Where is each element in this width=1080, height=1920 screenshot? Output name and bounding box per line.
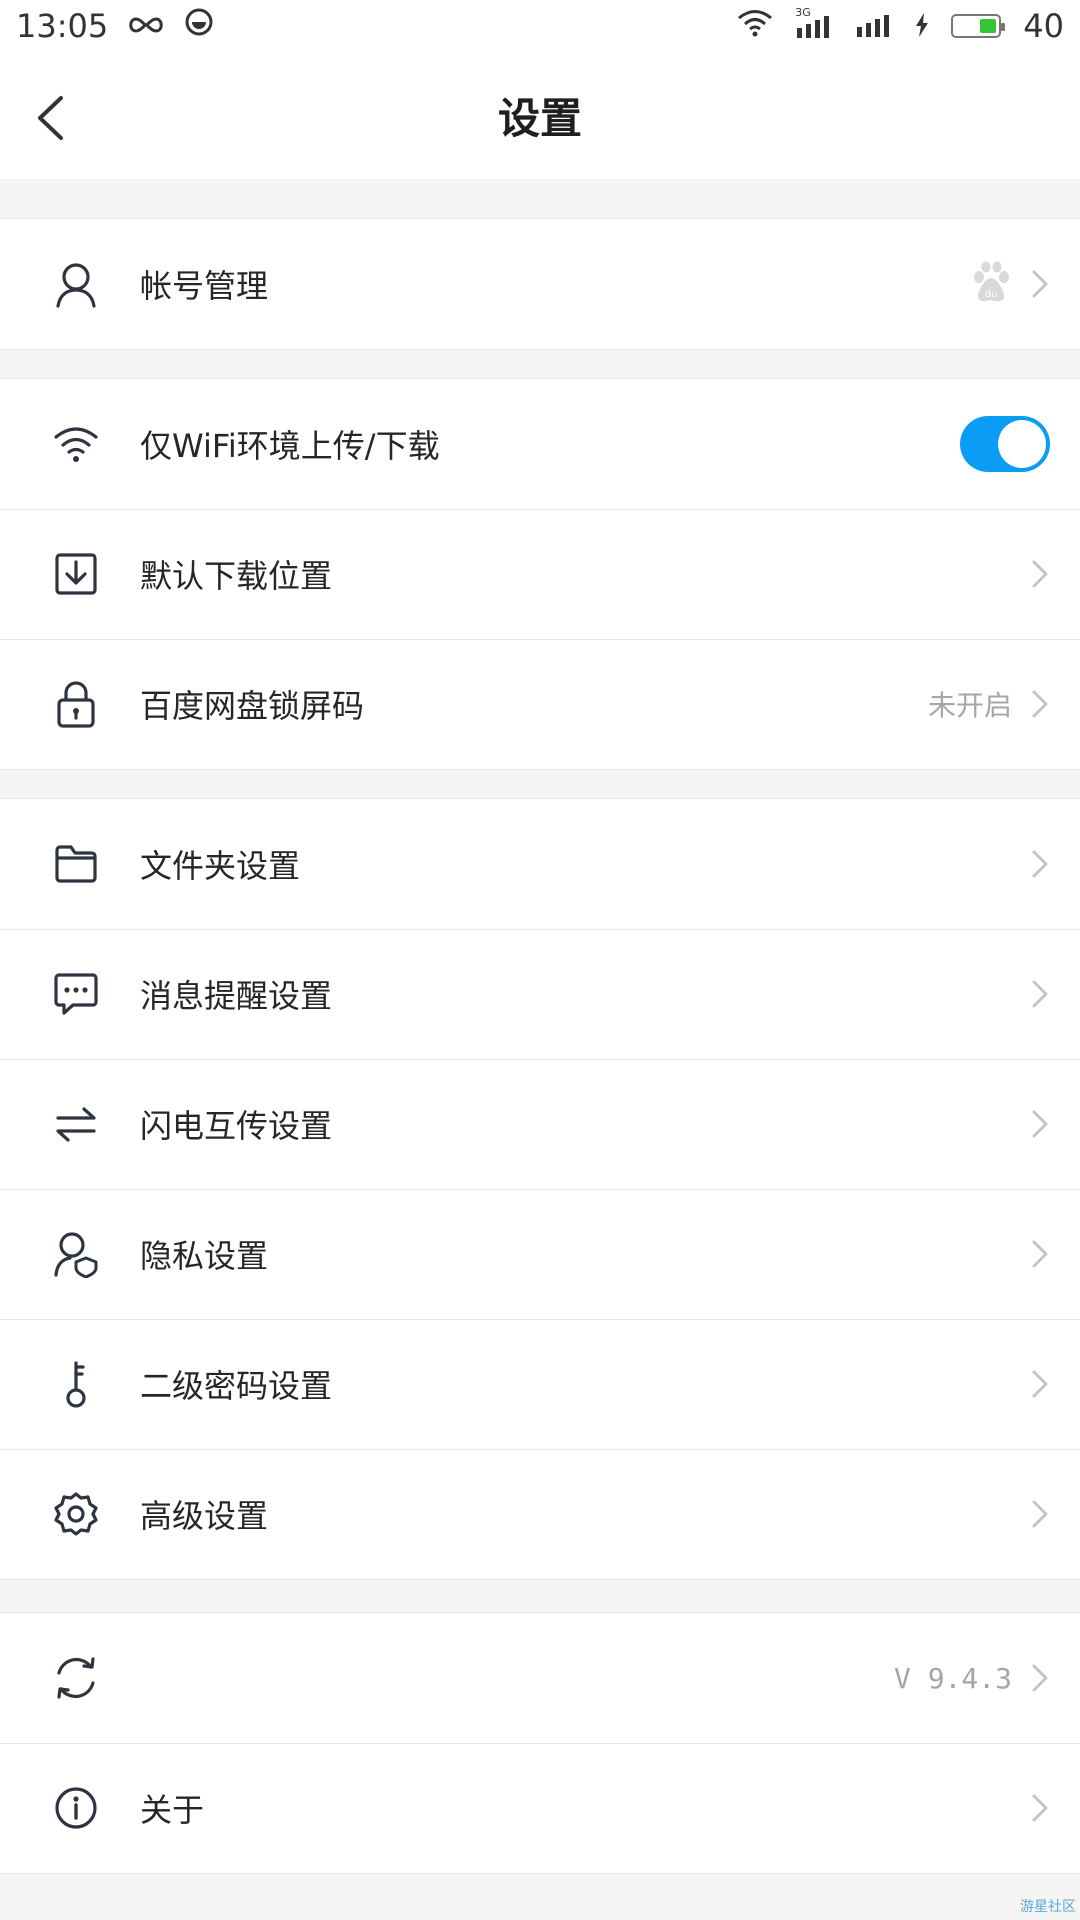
lock-icon	[48, 680, 104, 728]
secondary-password-row[interactable]: 二级密码设置	[0, 1319, 1080, 1449]
notification-settings-row[interactable]: 消息提醒设置	[0, 929, 1080, 1059]
message-icon	[48, 970, 104, 1018]
infinity-icon	[126, 7, 166, 45]
about-label: 关于	[140, 1791, 205, 1829]
download-location-label: 默认下载位置	[140, 557, 333, 595]
battery-level: 40	[1023, 7, 1064, 45]
version-number: V 9.4.3	[893, 1661, 1012, 1695]
charging-icon	[915, 7, 929, 45]
nav-bar: 设置	[0, 52, 1080, 180]
advanced-settings-row[interactable]: 高级设置	[0, 1449, 1080, 1579]
network-type-label: 3G	[795, 6, 811, 19]
chevron-right-icon	[1032, 1500, 1048, 1528]
chevron-right-icon	[1032, 560, 1048, 588]
signal-icon	[855, 7, 893, 45]
lock-screen-row[interactable]: 百度网盘锁屏码 未开启	[0, 639, 1080, 769]
account-management-row[interactable]: 帐号管理 du	[0, 219, 1080, 349]
back-arrow-icon	[38, 96, 63, 140]
download-location-row[interactable]: 默认下载位置	[0, 509, 1080, 639]
flash-transfer-row[interactable]: 闪电互传设置	[0, 1059, 1080, 1189]
watermark: 游星社区	[1020, 1899, 1076, 1915]
notification-settings-label: 消息提醒设置	[140, 977, 333, 1015]
back-button[interactable]	[20, 88, 80, 148]
status-time: 13:05	[16, 7, 109, 45]
refresh-icon	[48, 1654, 104, 1702]
chevron-right-icon	[1032, 1240, 1048, 1268]
account-management-label: 帐号管理	[140, 267, 269, 305]
app-status-icon	[184, 7, 214, 45]
version-update-row[interactable]: V 9.4.3	[0, 1613, 1080, 1743]
signal-3g-icon: 3G	[795, 6, 833, 38]
folder-settings-label: 文件夹设置	[140, 847, 301, 885]
lock-screen-status: 未开启	[927, 689, 1012, 722]
transfer-group: 仅WiFi环境上传/下载 默认下载位置 百度网盘锁屏码 未开启	[0, 378, 1080, 770]
chevron-right-icon	[1032, 1794, 1048, 1822]
about-group: V 9.4.3 关于	[0, 1612, 1080, 1874]
transfer-arrows-icon	[48, 1100, 104, 1148]
chevron-right-icon	[1032, 980, 1048, 1008]
gear-icon	[48, 1490, 104, 1538]
folder-settings-row[interactable]: 文件夹设置	[0, 799, 1080, 929]
baidu-paw-icon: du	[970, 261, 1012, 307]
info-icon	[48, 1784, 104, 1832]
battery-icon	[951, 14, 1006, 38]
chevron-right-icon	[1032, 1664, 1048, 1692]
chevron-right-icon	[1032, 270, 1048, 298]
wifi-only-toggle[interactable]	[960, 416, 1050, 472]
chevron-right-icon	[1032, 1110, 1048, 1138]
svg-text:du: du	[985, 289, 998, 300]
advanced-settings-label: 高级设置	[140, 1497, 269, 1535]
user-icon	[48, 260, 104, 308]
about-row[interactable]: 关于	[0, 1743, 1080, 1873]
status-bar: 13:05 3G 40	[0, 0, 1080, 52]
wifi-only-row: 仅WiFi环境上传/下载	[0, 379, 1080, 509]
chevron-right-icon	[1032, 690, 1048, 718]
wifi-status-icon	[737, 7, 773, 45]
wifi-icon	[48, 420, 104, 468]
wifi-only-label: 仅WiFi环境上传/下载	[140, 427, 440, 465]
folder-icon	[48, 840, 104, 888]
key-icon	[48, 1360, 104, 1408]
privacy-shield-icon	[48, 1230, 104, 1278]
chevron-right-icon	[1032, 850, 1048, 878]
lock-screen-label: 百度网盘锁屏码	[140, 687, 365, 725]
account-group: 帐号管理 du	[0, 218, 1080, 350]
secondary-password-label: 二级密码设置	[140, 1367, 333, 1405]
page-title: 设置	[497, 94, 582, 143]
privacy-settings-label: 隐私设置	[140, 1237, 269, 1275]
settings-group: 文件夹设置 消息提醒设置 闪电互传设置 隐私设置 二级密码设置 高级设置	[0, 798, 1080, 1580]
privacy-settings-row[interactable]: 隐私设置	[0, 1189, 1080, 1319]
chevron-right-icon	[1032, 1370, 1048, 1398]
download-icon	[48, 550, 104, 598]
flash-transfer-label: 闪电互传设置	[140, 1107, 333, 1145]
